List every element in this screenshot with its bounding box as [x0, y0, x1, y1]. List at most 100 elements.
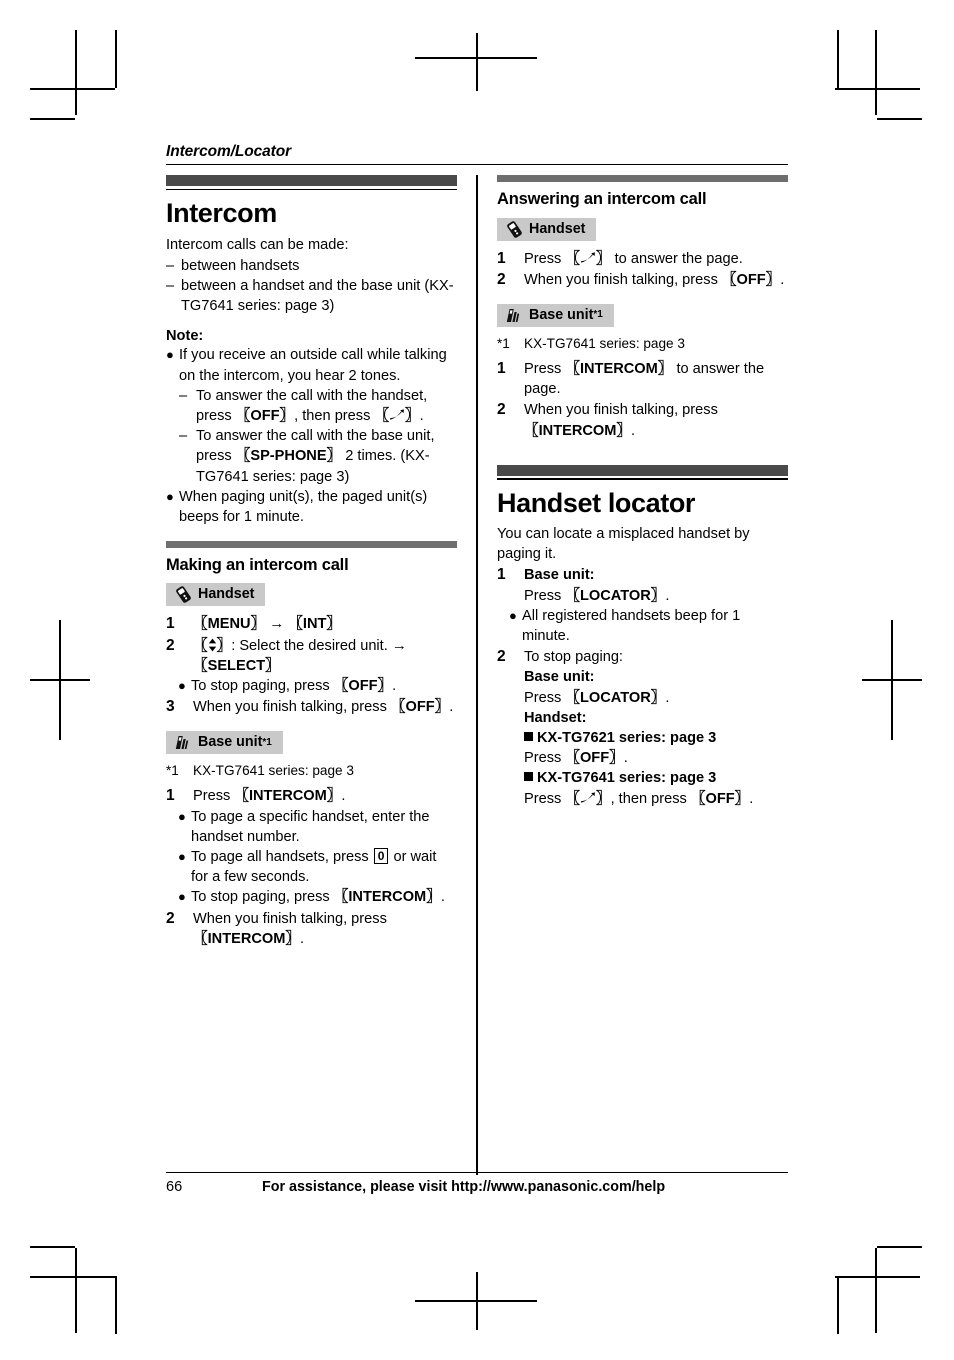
handset-icon [174, 586, 193, 604]
section-bar-answering-call [497, 175, 788, 183]
bullet-icon: ● [166, 488, 174, 504]
note-item-label: If you receive an outside call while tal… [179, 347, 447, 384]
step-row: 1 Base unit: Press 〖LOCATOR〗. [497, 565, 788, 605]
badge-base-unit: Base unit *1 [497, 303, 614, 327]
badge-handset: Handset [497, 217, 597, 241]
crop-mark-tl-v [75, 30, 77, 115]
step-bullet: ● To page all handsets, press 0 or wait … [178, 847, 457, 887]
step-number: 2 [166, 909, 175, 927]
step-bullet: ● To stop paging, press 〖OFF〗. [178, 676, 457, 696]
step-row: 2 〖〗: Select the desired unit. → 〖SELECT… [166, 636, 457, 676]
crop-mark-bl-v [75, 1248, 77, 1333]
note-item: ● When paging unit(s), the paged unit(s)… [166, 487, 457, 527]
note-subitem: – To answer the call with the handset, p… [179, 386, 457, 426]
chapter-bar-handset-locator [497, 464, 788, 476]
dash-mark: – [179, 428, 188, 445]
running-head-rule [166, 164, 788, 166]
note-subitem-label: To answer the call with the handset, pre… [196, 387, 428, 424]
crop-mark-tl-v2 [115, 30, 117, 88]
square-bullet-icon [524, 731, 533, 741]
bullet-icon: ● [178, 808, 186, 824]
page-number: 66 [166, 1179, 183, 1196]
key-intercom: 〖INTERCOM〗 [234, 788, 342, 805]
bullet-icon: ● [178, 677, 186, 693]
step-number: 3 [166, 698, 175, 716]
footnote: *1 KX-TG7641 series: page 3 [166, 761, 457, 780]
crop-mark-tr-h [835, 88, 920, 90]
bullet-icon: ● [509, 607, 517, 623]
key-intercom: 〖INTERCOM〗 [524, 422, 632, 439]
intercom-intro-list: – between handsets – between a handset a… [166, 256, 457, 317]
key-off: 〖OFF〗 [390, 699, 450, 716]
step-number: 1 [497, 249, 506, 267]
crop-mark-bottom-center-h [415, 1300, 537, 1302]
model-kx-tg7621: KX-TG7621 series: page 3 [537, 729, 717, 746]
key-sp-phone: 〖SP-PHONE〗 [235, 448, 342, 465]
key-select: 〖SELECT〗 [193, 657, 280, 674]
crop-mark-br-v [875, 1248, 877, 1333]
dash-mark: – [179, 387, 188, 404]
square-bullet-icon [524, 772, 533, 782]
key-menu: 〖MENU〗 [193, 616, 266, 633]
crop-mark-top-center-h [415, 57, 537, 59]
dash-mark: – [166, 277, 175, 294]
step-row: 2 When you finish talking, press 〖INTERC… [497, 400, 788, 440]
two-column-body: Intercom Intercom calls can be made: – b… [166, 175, 788, 1176]
crop-mark-tl-h2 [30, 118, 75, 120]
bullet-icon: ● [166, 347, 174, 363]
key-off: 〖OFF〗 [690, 790, 750, 807]
step-text: When you finish talking, press 〖INTERCOM… [193, 910, 387, 947]
note-subitem-label: To answer the call with the base unit, p… [196, 428, 435, 485]
crop-mark-top-center-v [476, 33, 478, 91]
crop-mark-br-v2 [837, 1276, 839, 1334]
note-label: Note: [166, 328, 204, 345]
step-bullet: ● All registered handsets beep for 1 min… [509, 606, 788, 646]
step-text: Base unit: Press 〖LOCATOR〗. [524, 567, 670, 604]
crop-mark-tr-v2 [837, 30, 839, 88]
step-text: To stop paging: Base unit: Press 〖LOCATOR〗… [524, 649, 754, 807]
model-kx-tg7641: KX-TG7641 series: page 3 [537, 770, 717, 787]
step-row: 2 When you finish talking, press 〖OFF〗. [497, 270, 788, 290]
note-item-label: When paging unit(s), the paged unit(s) b… [179, 488, 428, 526]
list-item-label: between a handset and the base unit (KX-… [181, 277, 454, 315]
key-off: 〖OFF〗 [721, 271, 781, 288]
crop-mark-left-center-h [30, 679, 90, 681]
key-talk: 〖〗 [374, 407, 420, 424]
footnote-mark: *1 [497, 335, 510, 351]
dash-mark: – [166, 257, 175, 274]
crop-mark-bl-h [30, 1276, 115, 1278]
step-row: 1 Press 〖INTERCOM〗 to answer the page. [497, 359, 788, 399]
key-intercom: 〖INTERCOM〗 [333, 889, 441, 906]
base-unit-label: Base unit: [524, 669, 595, 686]
note-subitem: – To answer the call with the base unit,… [179, 426, 457, 487]
step-bullet-label: To page all handsets, press 0 or wait fo… [191, 847, 437, 886]
step-text: 〖MENU〗 → 〖INT〗 [193, 614, 457, 634]
step-number: 2 [166, 636, 175, 654]
crop-mark-right-center-h [862, 679, 922, 681]
running-head: Intercom/Locator [166, 143, 292, 160]
bullet-icon: ● [178, 889, 186, 905]
step-row: 1 Press 〖INTERCOM〗. [166, 786, 457, 806]
footnote-text: KX-TG7641 series: page 3 [524, 335, 685, 351]
handset-locator-intro: You can locate a misplaced handset by pa… [497, 525, 750, 563]
section-title-making-call: Making an intercom call [166, 556, 349, 575]
step-text: Press 〖INTERCOM〗. [193, 788, 346, 805]
document-page: Intercom/Locator Intercom Intercom calls… [0, 0, 954, 1360]
key-int: 〖INT〗 [288, 616, 341, 633]
arrow-icon: → [391, 636, 407, 654]
list-item: – between a handset and the base unit (K… [166, 276, 457, 316]
key-off: 〖OFF〗 [235, 408, 295, 424]
page-footer: 66 For assistance, please visit http://w… [166, 1172, 788, 1195]
chapter-title-intercom: Intercom [166, 198, 277, 229]
key-off: 〖OFF〗 [333, 677, 393, 694]
base-unit-label: Base unit: [524, 567, 595, 584]
step-number: 1 [497, 566, 506, 584]
step-text: When you finish talking, press 〖OFF〗. [524, 271, 785, 288]
talk-hook-icon [389, 407, 405, 420]
handset-icon [505, 220, 524, 238]
crop-mark-bl-h2 [30, 1246, 75, 1248]
crop-mark-bl-v2 [115, 1276, 117, 1334]
chapter-bar-intercom [166, 175, 457, 187]
step-row: 1 Press 〖〗 to answer the page. [497, 249, 788, 269]
badge-handset: Handset [166, 583, 266, 607]
